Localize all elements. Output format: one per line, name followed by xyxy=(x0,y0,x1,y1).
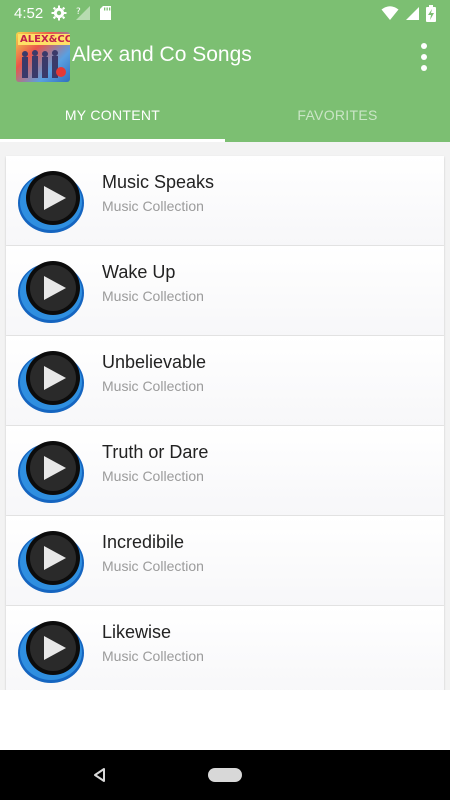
song-subtitle: Music Collection xyxy=(102,198,204,214)
song-subtitle: Music Collection xyxy=(102,288,204,304)
tab-favorites[interactable]: FAVORITES xyxy=(225,88,450,142)
battery-charging-icon xyxy=(426,4,436,22)
app-bar: ALEX&CO Alex and Co Songs xyxy=(0,26,450,88)
song-subtitle: Music Collection xyxy=(102,558,204,574)
tab-my-content[interactable]: MY CONTENT xyxy=(0,88,225,142)
play-icon xyxy=(18,261,84,323)
app-title: Alex and Co Songs xyxy=(72,43,252,66)
status-bar: 4:52 ? xyxy=(0,0,450,26)
song-item-incredibile[interactable]: Incredibile Music Collection xyxy=(6,516,444,606)
logo-text: ALEX&CO xyxy=(18,34,70,45)
band-photo-icon xyxy=(22,50,66,78)
song-item-unbelievable[interactable]: Unbelievable Music Collection xyxy=(6,336,444,426)
sd-card-icon xyxy=(100,6,112,20)
song-item-music-speaks[interactable]: Music Speaks Music Collection xyxy=(6,156,444,246)
song-title: Unbelievable xyxy=(102,352,207,372)
song-list: Music Speaks Music Collection Wake Up Mu… xyxy=(0,142,450,696)
home-button[interactable] xyxy=(208,768,242,782)
song-title: Likewise xyxy=(102,622,172,642)
song-title: Wake Up xyxy=(102,262,176,282)
back-icon[interactable] xyxy=(92,767,108,783)
play-icon xyxy=(18,171,84,233)
app-logo: ALEX&CO xyxy=(16,32,70,82)
song-item-truth-or-dare[interactable]: Truth or Dare Music Collection xyxy=(6,426,444,516)
empty-space xyxy=(0,690,450,750)
settings-icon xyxy=(51,5,67,21)
more-options-button[interactable] xyxy=(412,40,436,74)
signal-icon xyxy=(406,6,419,20)
song-title: Music Speaks xyxy=(102,172,215,192)
no-sim-signal-icon: ? xyxy=(76,6,91,20)
status-time: 4:52 xyxy=(14,4,44,22)
play-icon xyxy=(18,531,84,593)
song-item-wake-up[interactable]: Wake Up Music Collection xyxy=(6,246,444,336)
song-title: Incredibile xyxy=(102,532,185,552)
more-vert-icon-dot xyxy=(421,54,427,60)
song-subtitle: Music Collection xyxy=(102,468,204,484)
song-subtitle: Music Collection xyxy=(102,378,204,394)
song-item-likewise[interactable]: Likewise Music Collection xyxy=(6,606,444,696)
song-subtitle: Music Collection xyxy=(102,648,204,664)
play-icon xyxy=(18,621,84,683)
status-right xyxy=(381,4,436,22)
navigation-bar xyxy=(0,750,450,800)
wifi-icon xyxy=(381,5,399,20)
svg-text:?: ? xyxy=(76,7,81,17)
play-icon xyxy=(18,441,84,503)
more-vert-icon-dot xyxy=(421,65,427,71)
status-left: 4:52 ? xyxy=(14,5,112,22)
tab-bar: MY CONTENT FAVORITES xyxy=(0,88,450,142)
song-title: Truth or Dare xyxy=(102,442,209,462)
more-vert-icon-dot xyxy=(421,43,427,49)
play-icon xyxy=(18,351,84,413)
